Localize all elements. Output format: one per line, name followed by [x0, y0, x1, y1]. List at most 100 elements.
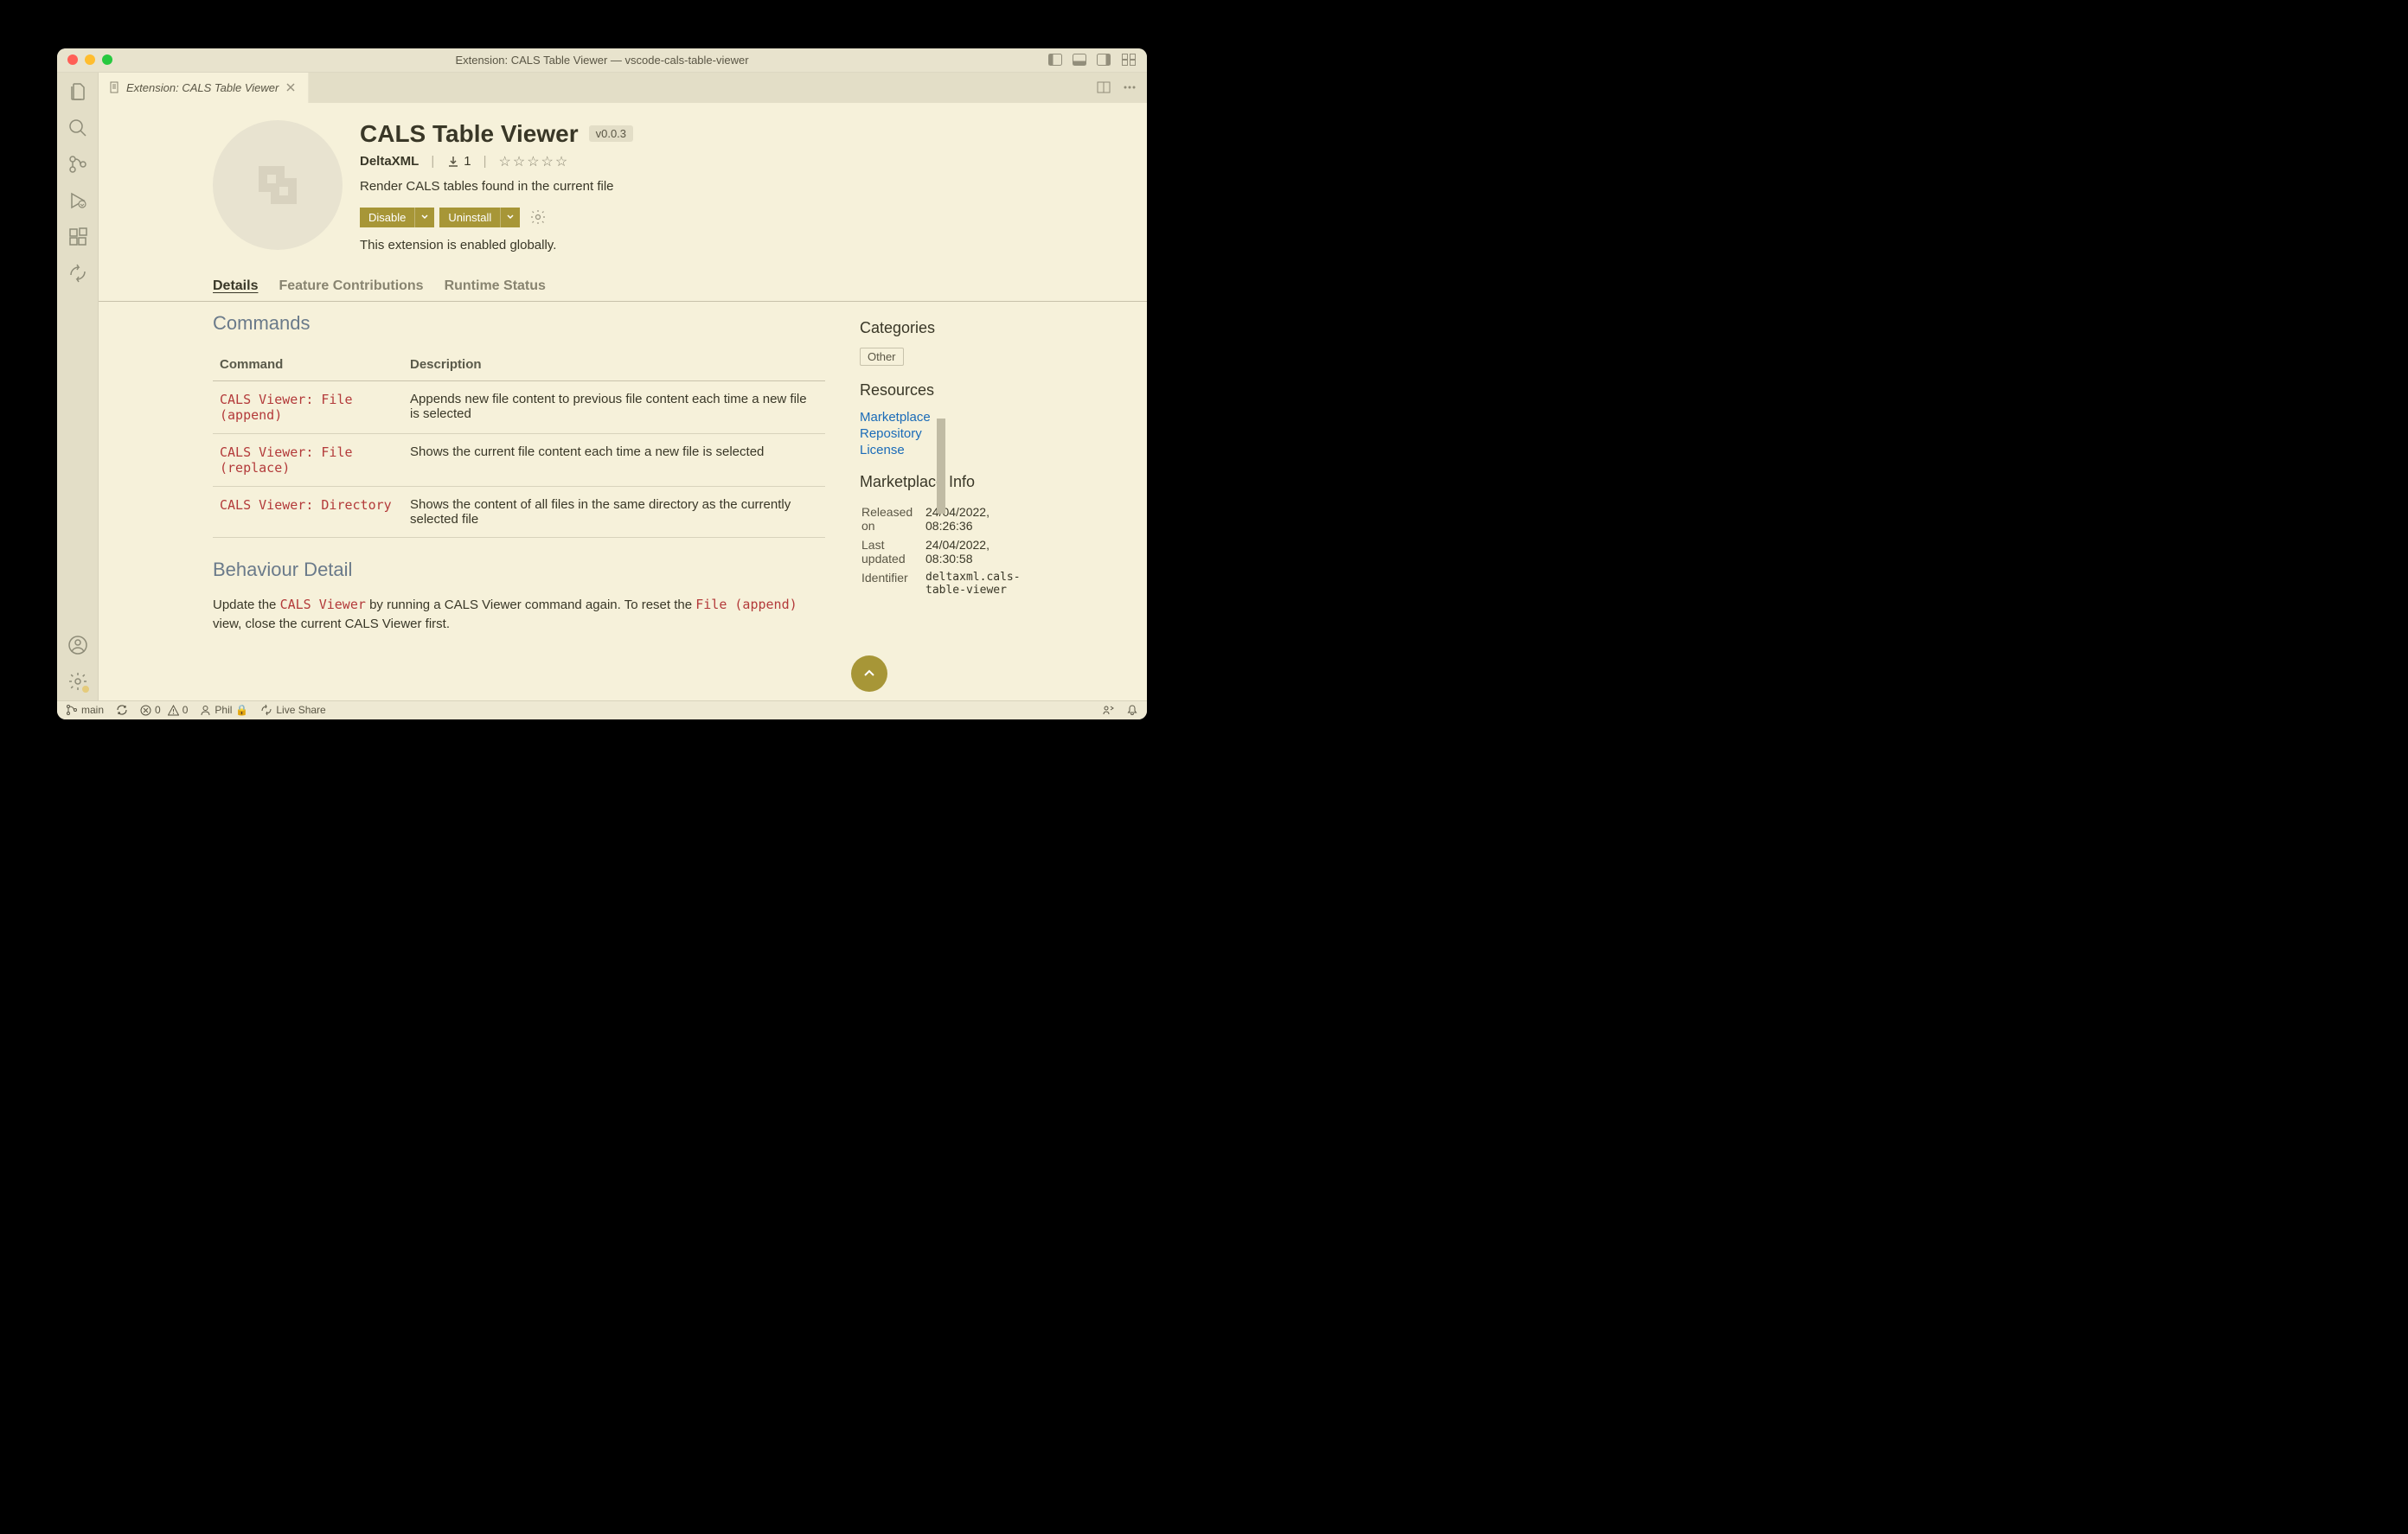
- split-editor-icon[interactable]: [1097, 80, 1111, 94]
- error-icon: [140, 705, 151, 716]
- window: Extension: CALS Table Viewer — vscode-ca…: [57, 48, 1147, 719]
- extension-version: v0.0.3: [589, 125, 633, 142]
- user-status[interactable]: Phil 🔒: [200, 704, 248, 716]
- minimize-window-button[interactable]: [85, 54, 95, 65]
- uninstall-button[interactable]: Uninstall: [439, 208, 500, 227]
- details-main: Commands Command Description CALS Vie: [213, 302, 825, 635]
- rating-stars[interactable]: ☆☆☆☆☆: [499, 153, 570, 170]
- editor-area: Extension: CALS Table Viewer: [99, 73, 1147, 700]
- sync-icon: [116, 704, 128, 716]
- sync-status[interactable]: [116, 704, 128, 716]
- feedback-status[interactable]: [1102, 704, 1114, 716]
- editor-tab[interactable]: Extension: CALS Table Viewer: [99, 73, 309, 103]
- download-icon: [446, 155, 460, 169]
- share-icon[interactable]: [67, 263, 88, 284]
- extension-content: CALS Table Viewer v0.0.3 DeltaXML | 1 | …: [99, 103, 1147, 700]
- marketplace-info-heading: Marketplace Info: [860, 473, 1033, 491]
- explorer-icon[interactable]: [67, 81, 88, 102]
- resources-heading: Resources: [860, 381, 1033, 399]
- chevron-down-icon: [506, 213, 515, 221]
- tab-bar-actions: [1097, 73, 1147, 103]
- categories-heading: Categories: [860, 319, 1033, 337]
- identifier-label: Identifier: [861, 569, 924, 598]
- extension-header: CALS Table Viewer v0.0.3 DeltaXML | 1 | …: [99, 103, 1147, 270]
- person-icon: [200, 705, 211, 716]
- maximize-window-button[interactable]: [102, 54, 112, 65]
- description-col-header: Description: [403, 348, 825, 381]
- more-actions-icon[interactable]: [1123, 80, 1137, 94]
- updated-label: Last updated: [861, 536, 924, 567]
- layout-panel-icon[interactable]: [1073, 54, 1086, 66]
- problems-status[interactable]: 0 0: [140, 704, 188, 716]
- settings-icon[interactable]: [67, 671, 88, 692]
- disable-dropdown[interactable]: [414, 208, 434, 227]
- source-control-icon[interactable]: [67, 154, 88, 175]
- layout-customize-icon[interactable]: [1121, 54, 1137, 66]
- uninstall-dropdown[interactable]: [500, 208, 520, 227]
- repository-link[interactable]: Repository: [860, 426, 1033, 441]
- extension-meta: CALS Table Viewer v0.0.3 DeltaXML | 1 | …: [360, 120, 1130, 252]
- tab-runtime-status[interactable]: Runtime Status: [445, 278, 546, 301]
- extension-status: This extension is enabled globally.: [360, 238, 1130, 252]
- live-share-status[interactable]: Live Share: [260, 704, 325, 716]
- accounts-icon[interactable]: [67, 635, 88, 655]
- feedback-icon: [1102, 704, 1114, 716]
- titlebar: Extension: CALS Table Viewer — vscode-ca…: [57, 48, 1147, 73]
- live-share-icon: [260, 704, 272, 716]
- extension-name: CALS Table Viewer: [360, 120, 579, 148]
- branch-status[interactable]: main: [66, 704, 104, 716]
- warning-icon: [168, 705, 179, 716]
- traffic-lights: [67, 54, 112, 65]
- released-label: Released on: [861, 503, 924, 534]
- activity-bar: [57, 73, 99, 700]
- details-body: Commands Command Description CALS Vie: [99, 302, 1147, 652]
- branch-icon: [66, 704, 78, 716]
- chevron-up-icon: [861, 666, 877, 681]
- table-row: CALS Viewer: Directory Shows the content…: [213, 486, 825, 537]
- scroll-to-top-button[interactable]: [851, 655, 887, 692]
- close-tab-button[interactable]: [284, 80, 298, 94]
- extension-actions: Disable Uninstall: [360, 208, 1130, 227]
- close-window-button[interactable]: [67, 54, 78, 65]
- file-icon: [109, 81, 121, 93]
- identifier-value: deltaxml.cals-table-viewer: [925, 569, 1031, 598]
- tab-bar: Extension: CALS Table Viewer: [99, 73, 1147, 103]
- table-row: CALS Viewer: File (replace) Shows the cu…: [213, 433, 825, 486]
- notifications-status[interactable]: [1126, 704, 1138, 716]
- commands-heading: Commands: [213, 312, 825, 335]
- settings-badge: [81, 685, 90, 693]
- layout-secondary-icon[interactable]: [1097, 54, 1111, 66]
- details-tabs: Details Feature Contributions Runtime St…: [99, 278, 1147, 302]
- license-link[interactable]: License: [860, 443, 1033, 457]
- scrollbar-thumb[interactable]: [937, 419, 945, 514]
- updated-value: 24/04/2022, 08:30:58: [925, 536, 1031, 567]
- run-debug-icon[interactable]: [67, 190, 88, 211]
- tab-label: Extension: CALS Table Viewer: [126, 81, 279, 94]
- extension-settings-button[interactable]: [530, 209, 546, 225]
- main-area: Extension: CALS Table Viewer: [57, 73, 1147, 700]
- tab-feature-contributions[interactable]: Feature Contributions: [279, 278, 423, 301]
- titlebar-actions: [1048, 54, 1137, 66]
- chevron-down-icon: [420, 213, 429, 221]
- install-count: 1: [446, 154, 471, 169]
- extensions-icon[interactable]: [67, 227, 88, 247]
- table-row: CALS Viewer: File (append) Appends new f…: [213, 380, 825, 433]
- search-icon[interactable]: [67, 118, 88, 138]
- publisher-link[interactable]: DeltaXML: [360, 154, 419, 169]
- status-bar: main 0 0 Phil 🔒 Live Share: [57, 700, 1147, 719]
- commands-table: Command Description CALS Viewer: File (a…: [213, 348, 825, 538]
- window-title: Extension: CALS Table Viewer — vscode-ca…: [455, 54, 748, 67]
- layout-primary-icon[interactable]: [1048, 54, 1062, 66]
- extension-description: Render CALS tables found in the current …: [360, 179, 1130, 194]
- tab-details[interactable]: Details: [213, 278, 258, 301]
- extension-icon: [213, 120, 343, 250]
- behavior-text: Update the CALS Viewer by running a CALS…: [213, 595, 825, 635]
- command-col-header: Command: [213, 348, 403, 381]
- disable-button[interactable]: Disable: [360, 208, 414, 227]
- marketplace-link[interactable]: Marketplace: [860, 410, 1033, 425]
- extension-sidebar: Categories Other Resources Marketplace R…: [860, 302, 1033, 635]
- category-tag[interactable]: Other: [860, 348, 904, 366]
- bell-icon: [1126, 704, 1138, 716]
- lock-icon: 🔒: [235, 704, 248, 716]
- behavior-heading: Behaviour Detail: [213, 559, 825, 581]
